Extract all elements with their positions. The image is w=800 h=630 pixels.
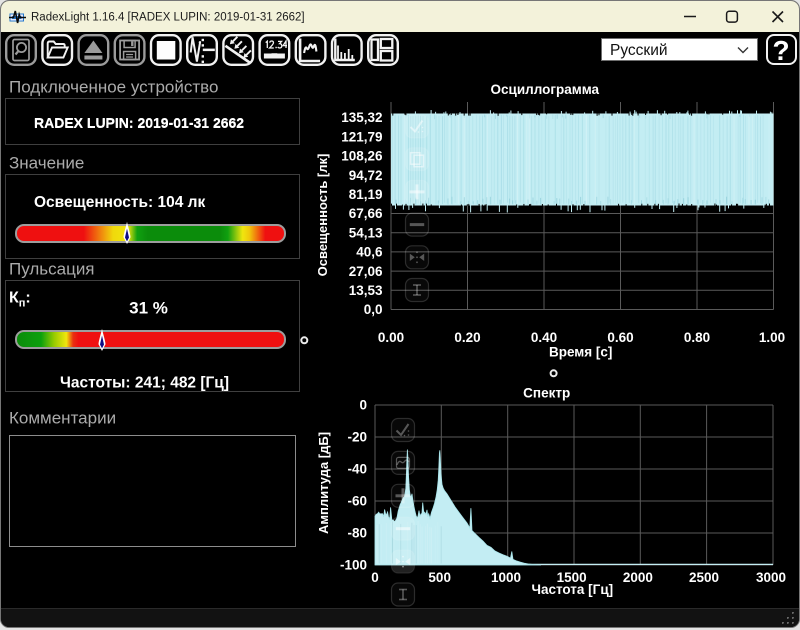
svg-text:27,06: 27,06 (349, 264, 383, 279)
svg-text:81,19: 81,19 (349, 187, 383, 202)
svg-text:Освещенность [лк]: Освещенность [лк] (315, 154, 330, 277)
svg-text:Амплитуда [дБ]: Амплитуда [дБ] (316, 432, 331, 534)
svg-text:-60: -60 (347, 494, 367, 509)
svg-text:67,66: 67,66 (349, 206, 383, 221)
svg-text:Подключенное устройство: Подключенное устройство (9, 78, 218, 97)
svg-text:0: 0 (359, 398, 367, 413)
svg-text:Осциллограмма: Осциллограмма (491, 82, 600, 97)
svg-text:Освещенность: 104 лк: Освещенность: 104 лк (34, 194, 206, 211)
svg-text:0,0: 0,0 (364, 302, 383, 317)
svg-text:Время [с]: Время [с] (549, 345, 612, 360)
svg-text:0.00: 0.00 (378, 330, 404, 345)
svg-text:13,53: 13,53 (349, 283, 383, 298)
svg-text:-80: -80 (347, 526, 367, 541)
svg-text:-100: -100 (340, 558, 367, 573)
svg-text:Частоты: 241; 482 [Гц]: Частоты: 241; 482 [Гц] (60, 374, 229, 391)
svg-text:40,6: 40,6 (356, 245, 383, 260)
svg-text:108,26: 108,26 (341, 149, 383, 164)
svg-text:3000: 3000 (756, 570, 786, 585)
svg-text:Значение: Значение (9, 154, 84, 173)
svg-text:500: 500 (428, 570, 451, 585)
svg-text:RadexLight 1.16.4 [RADEX LUPIN: RadexLight 1.16.4 [RADEX LUPIN: 2019-01-… (31, 12, 305, 24)
svg-text:2500: 2500 (689, 570, 719, 585)
svg-text:1000: 1000 (491, 570, 521, 585)
svg-text:0.60: 0.60 (607, 330, 633, 345)
svg-text:1.00: 1.00 (759, 330, 785, 345)
svg-text:?: ? (772, 35, 789, 66)
svg-text:Комментарии: Комментарии (9, 409, 116, 428)
svg-text:2000: 2000 (623, 570, 653, 585)
svg-text:121,79: 121,79 (341, 129, 382, 144)
svg-text:54,13: 54,13 (349, 225, 383, 240)
svg-text:Кп:: Кп: (9, 290, 31, 310)
svg-text:0.20: 0.20 (454, 330, 480, 345)
svg-text:RADEX LUPIN: 2019-01-31 2662: RADEX LUPIN: 2019-01-31 2662 (34, 114, 244, 130)
svg-text:0.80: 0.80 (684, 330, 710, 345)
svg-text:0: 0 (371, 570, 379, 585)
svg-text:94,72: 94,72 (349, 168, 383, 183)
svg-text:Пульсация: Пульсация (9, 260, 95, 279)
svg-text:135,32: 135,32 (341, 110, 382, 125)
svg-text:Русский: Русский (610, 42, 668, 59)
svg-text:31 %: 31 % (129, 299, 168, 318)
svg-text:Частота [Гц]: Частота [Гц] (531, 582, 613, 597)
svg-text:0.40: 0.40 (531, 330, 557, 345)
svg-text:-40: -40 (347, 462, 367, 477)
svg-text:Спектр: Спектр (523, 385, 570, 400)
svg-text:-20: -20 (347, 430, 367, 445)
